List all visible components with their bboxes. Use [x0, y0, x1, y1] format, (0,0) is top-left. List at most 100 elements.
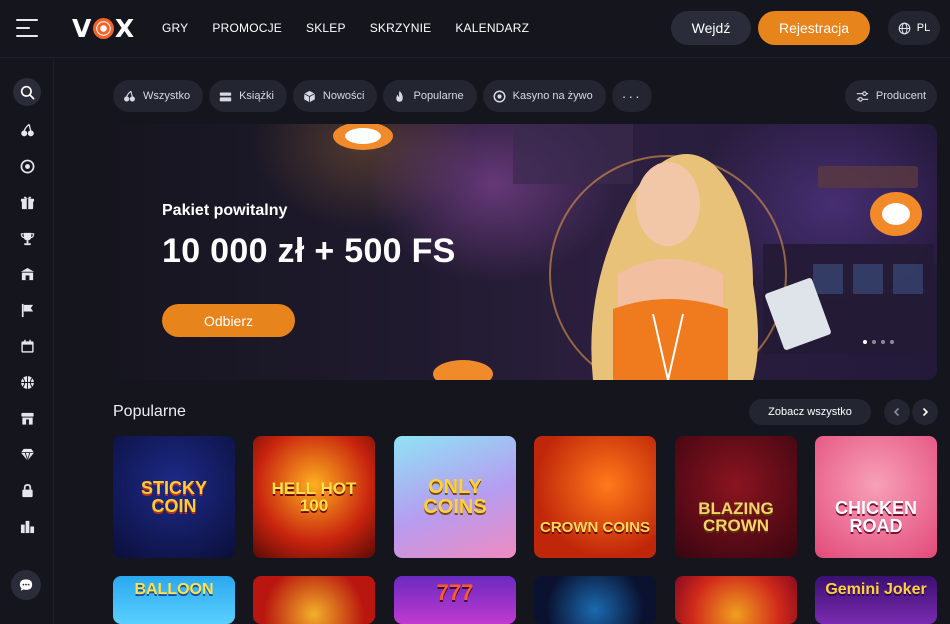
sidebar-item-store[interactable]: [13, 404, 41, 432]
sidebar-item-leaderboard[interactable]: [13, 512, 41, 540]
game-title: BLAZING CROWN: [698, 499, 774, 535]
nav-gry[interactable]: GRY: [162, 21, 188, 35]
sidebar-item-calendar[interactable]: [13, 332, 41, 360]
hero-banner[interactable]: Pakiet powitalny 10 000 zł + 500 FS Odbi…: [113, 124, 937, 380]
chevron-left-icon: [893, 407, 900, 417]
hero-title: 10 000 zł + 500 FS: [162, 232, 456, 270]
game-tile-777[interactable]: 777: [394, 576, 516, 624]
login-button[interactable]: Wejdź: [671, 11, 751, 45]
cherries-icon: [124, 90, 135, 102]
language-code: PL: [916, 22, 931, 34]
producer-label: Producent: [875, 90, 927, 102]
store-icon: [20, 412, 34, 425]
game-tile-balloon[interactable]: BALLOON: [113, 576, 235, 624]
sidebar: [0, 58, 54, 624]
sidebar-item-tournaments[interactable]: [13, 224, 41, 252]
category-books[interactable]: Książki: [209, 80, 287, 112]
chat-icon: [19, 579, 33, 591]
basketball-icon: [20, 375, 34, 389]
cube-icon: [303, 90, 315, 102]
sidebar-item-sport[interactable]: [13, 368, 41, 396]
producer-filter-button[interactable]: Producent: [845, 80, 937, 112]
more-icon: ···: [621, 88, 642, 104]
flame-icon: [396, 90, 404, 102]
more-categories-button[interactable]: ···: [611, 80, 652, 112]
roulette-icon: [493, 89, 506, 103]
sliders-icon: [856, 90, 869, 102]
game-tile-gemini-joker[interactable]: Gemini Joker: [815, 576, 937, 624]
calendar-icon: [20, 339, 34, 353]
category-label: Popularne: [413, 90, 464, 102]
top-header: VX GRY PROMOCJE SKLEP SKRZYNIE KALENDARZ…: [0, 0, 950, 58]
nav-sklep[interactable]: SKLEP: [306, 21, 346, 35]
sidebar-item-vip[interactable]: [13, 440, 41, 468]
carousel-dot[interactable]: [872, 340, 876, 344]
leaderboard-icon: [20, 520, 34, 533]
category-popular[interactable]: Popularne: [383, 80, 477, 112]
vox-logo[interactable]: VX: [72, 14, 135, 43]
cherries-icon: [20, 123, 34, 136]
chevron-right-icon: [922, 407, 929, 417]
category-all[interactable]: Wszystko: [113, 80, 204, 112]
game-tile-hell-hot[interactable]: HELL HOT 100: [253, 436, 375, 558]
see-all-button[interactable]: Zobacz wszystko: [749, 399, 871, 425]
category-new[interactable]: Nowości: [292, 80, 378, 112]
sidebar-item-vault[interactable]: [13, 476, 41, 504]
gift-icon: [20, 196, 34, 209]
books-icon: [219, 91, 232, 101]
menu-toggle-icon[interactable]: [16, 19, 38, 37]
lock-icon: [21, 483, 33, 497]
nav-skrzynie[interactable]: SKRZYNIE: [370, 21, 432, 35]
popular-section-title: Popularne: [113, 403, 186, 420]
carousel-dot[interactable]: [890, 340, 894, 344]
game-tile-joker[interactable]: [675, 576, 797, 624]
carousel-dot[interactable]: [881, 340, 885, 344]
game-tile-blazing-crown[interactable]: BLAZING CROWN: [675, 436, 797, 558]
sidebar-item-live[interactable]: [13, 152, 41, 180]
sidebar-item-missions[interactable]: [13, 296, 41, 324]
chat-button[interactable]: [11, 570, 41, 600]
game-tile-crown-coins[interactable]: CROWN COINS: [534, 436, 656, 558]
sidebar-item-slots[interactable]: [13, 116, 41, 144]
shop-icon: [20, 267, 34, 280]
diamond-icon: [20, 448, 34, 462]
sidebar-search[interactable]: [13, 78, 41, 106]
game-tile-chicken-road[interactable]: CHICKEN ROAD: [815, 436, 937, 558]
sidebar-item-shop[interactable]: [13, 260, 41, 288]
search-icon: [20, 85, 34, 99]
category-label: Wszystko: [143, 90, 191, 102]
game-title: HELL HOT 100: [271, 479, 357, 515]
category-label: Nowości: [322, 90, 365, 102]
claim-bonus-button[interactable]: Odbierz: [162, 304, 295, 337]
game-title: CROWN COINS: [540, 518, 650, 536]
game-title: 777: [436, 580, 474, 605]
game-tile-sticky-coin[interactable]: STICKY COIN: [113, 436, 235, 558]
main-nav: GRY PROMOCJE SKLEP SKRZYNIE KALENDARZ: [162, 21, 529, 35]
game-title: BALLOON: [134, 581, 214, 598]
category-filters: Wszystko Książki Nowości Popularne Kasyn…: [113, 80, 652, 112]
trophy-icon: [20, 232, 34, 245]
game-title: CHICKEN ROAD: [834, 498, 917, 536]
game-tile-only-coins[interactable]: ONLY COINS: [394, 436, 516, 558]
category-live-casino[interactable]: Kasyno na żywo: [482, 80, 606, 112]
sidebar-item-bonuses[interactable]: [13, 188, 41, 216]
hero-subtitle: Pakiet powitalny: [162, 202, 288, 219]
globe-icon: [898, 22, 911, 34]
game-title: STICKY COIN: [140, 478, 207, 516]
carousel-next-button[interactable]: [912, 399, 938, 425]
carousel-dots: [863, 340, 894, 344]
category-label: Książki: [239, 90, 274, 102]
category-label: Kasyno na żywo: [512, 90, 593, 102]
flag-icon: [21, 303, 33, 317]
roulette-icon: [20, 159, 34, 173]
nav-promocje[interactable]: PROMOCJE: [212, 21, 282, 35]
language-selector[interactable]: PL: [888, 11, 940, 45]
game-title: ONLY COINS: [423, 476, 487, 518]
game-tile-jester[interactable]: [534, 576, 656, 624]
register-button[interactable]: Rejestracja: [758, 11, 870, 45]
game-tile-lucky-cat[interactable]: [253, 576, 375, 624]
carousel-prev-button[interactable]: [884, 399, 910, 425]
nav-kalendarz[interactable]: KALENDARZ: [455, 21, 529, 35]
carousel-dot[interactable]: [863, 340, 867, 344]
game-title: Gemini Joker: [825, 581, 927, 598]
